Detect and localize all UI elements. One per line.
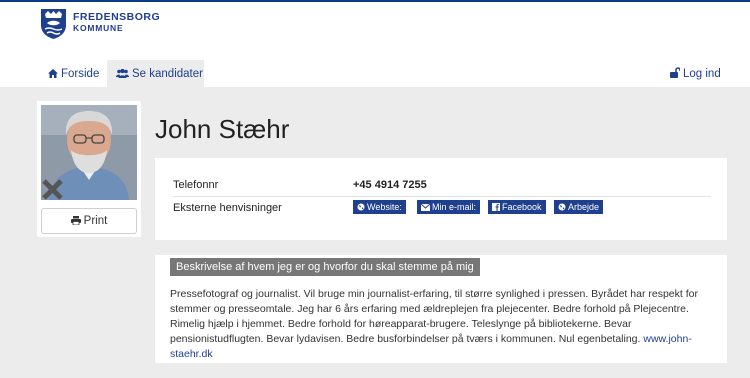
website-button[interactable]: Website: [353, 200, 406, 214]
facebook-button[interactable]: Facebook [488, 200, 546, 214]
globe-icon [357, 203, 365, 211]
candidate-photo [41, 105, 137, 200]
login-link[interactable]: Log ind [670, 60, 721, 89]
contact-info-box: Telefonnr +45 4914 7255 Eksterne henvisn… [155, 158, 727, 240]
nav-forside-label: Forside [61, 68, 100, 80]
unlock-icon [670, 67, 681, 78]
facebook-icon [492, 203, 500, 211]
envelope-icon [420, 203, 431, 211]
website-label: Website: [367, 202, 402, 212]
nav-se-kandidater[interactable]: Se kandidater [107, 60, 204, 89]
facebook-label: Facebook [502, 202, 542, 212]
users-icon [116, 68, 129, 78]
description-title: Beskrivelse af hvem jeg er og hvorfor du… [170, 258, 480, 276]
login-label: Log ind [683, 68, 721, 80]
nav-se-kandidater-label: Se kandidater [132, 68, 203, 80]
candidate-sidebar: Print [37, 101, 141, 237]
main-nav: Forside Se kandidater Log ind [0, 60, 750, 89]
home-icon [48, 69, 58, 78]
arbejde-label: Arbejde [568, 202, 600, 212]
description-box: Beskrivelse af hvem jeg er og hvorfor du… [155, 255, 727, 363]
globe-icon [558, 203, 566, 211]
brand-line2: KOMMUNE [73, 23, 124, 33]
links-row: Eksterne henvisninger Website: Min e-mai… [173, 197, 711, 219]
phone-row: Telefonnr +45 4914 7255 [173, 174, 711, 197]
email-label: Min e-mail: [432, 202, 477, 212]
crest-logo-icon[interactable] [40, 8, 67, 40]
nav-forside[interactable]: Forside [48, 60, 99, 89]
print-icon [70, 216, 81, 226]
email-button[interactable]: Min e-mail: [417, 200, 481, 214]
print-label: Print [83, 215, 108, 227]
description-text: Pressefotograf og journalist. Vil bruge … [170, 287, 710, 362]
candidate-name: John Stæhr [155, 114, 290, 144]
description-body: Pressefotograf og journalist. Vil bruge … [170, 288, 698, 345]
phone-label: Telefonnr [173, 179, 219, 191]
arbejde-button[interactable]: Arbejde [554, 200, 604, 214]
brand-name[interactable]: FREDENSBORG KOMMUNE [73, 12, 160, 34]
phone-value: +45 4914 7255 [353, 179, 427, 191]
brand-line1: FREDENSBORG [73, 11, 161, 23]
links-label: Eksterne henvisninger [173, 202, 282, 214]
print-button[interactable]: Print [41, 208, 137, 234]
site-header: FREDENSBORG KOMMUNE Forside Se kandidate… [0, 2, 750, 89]
